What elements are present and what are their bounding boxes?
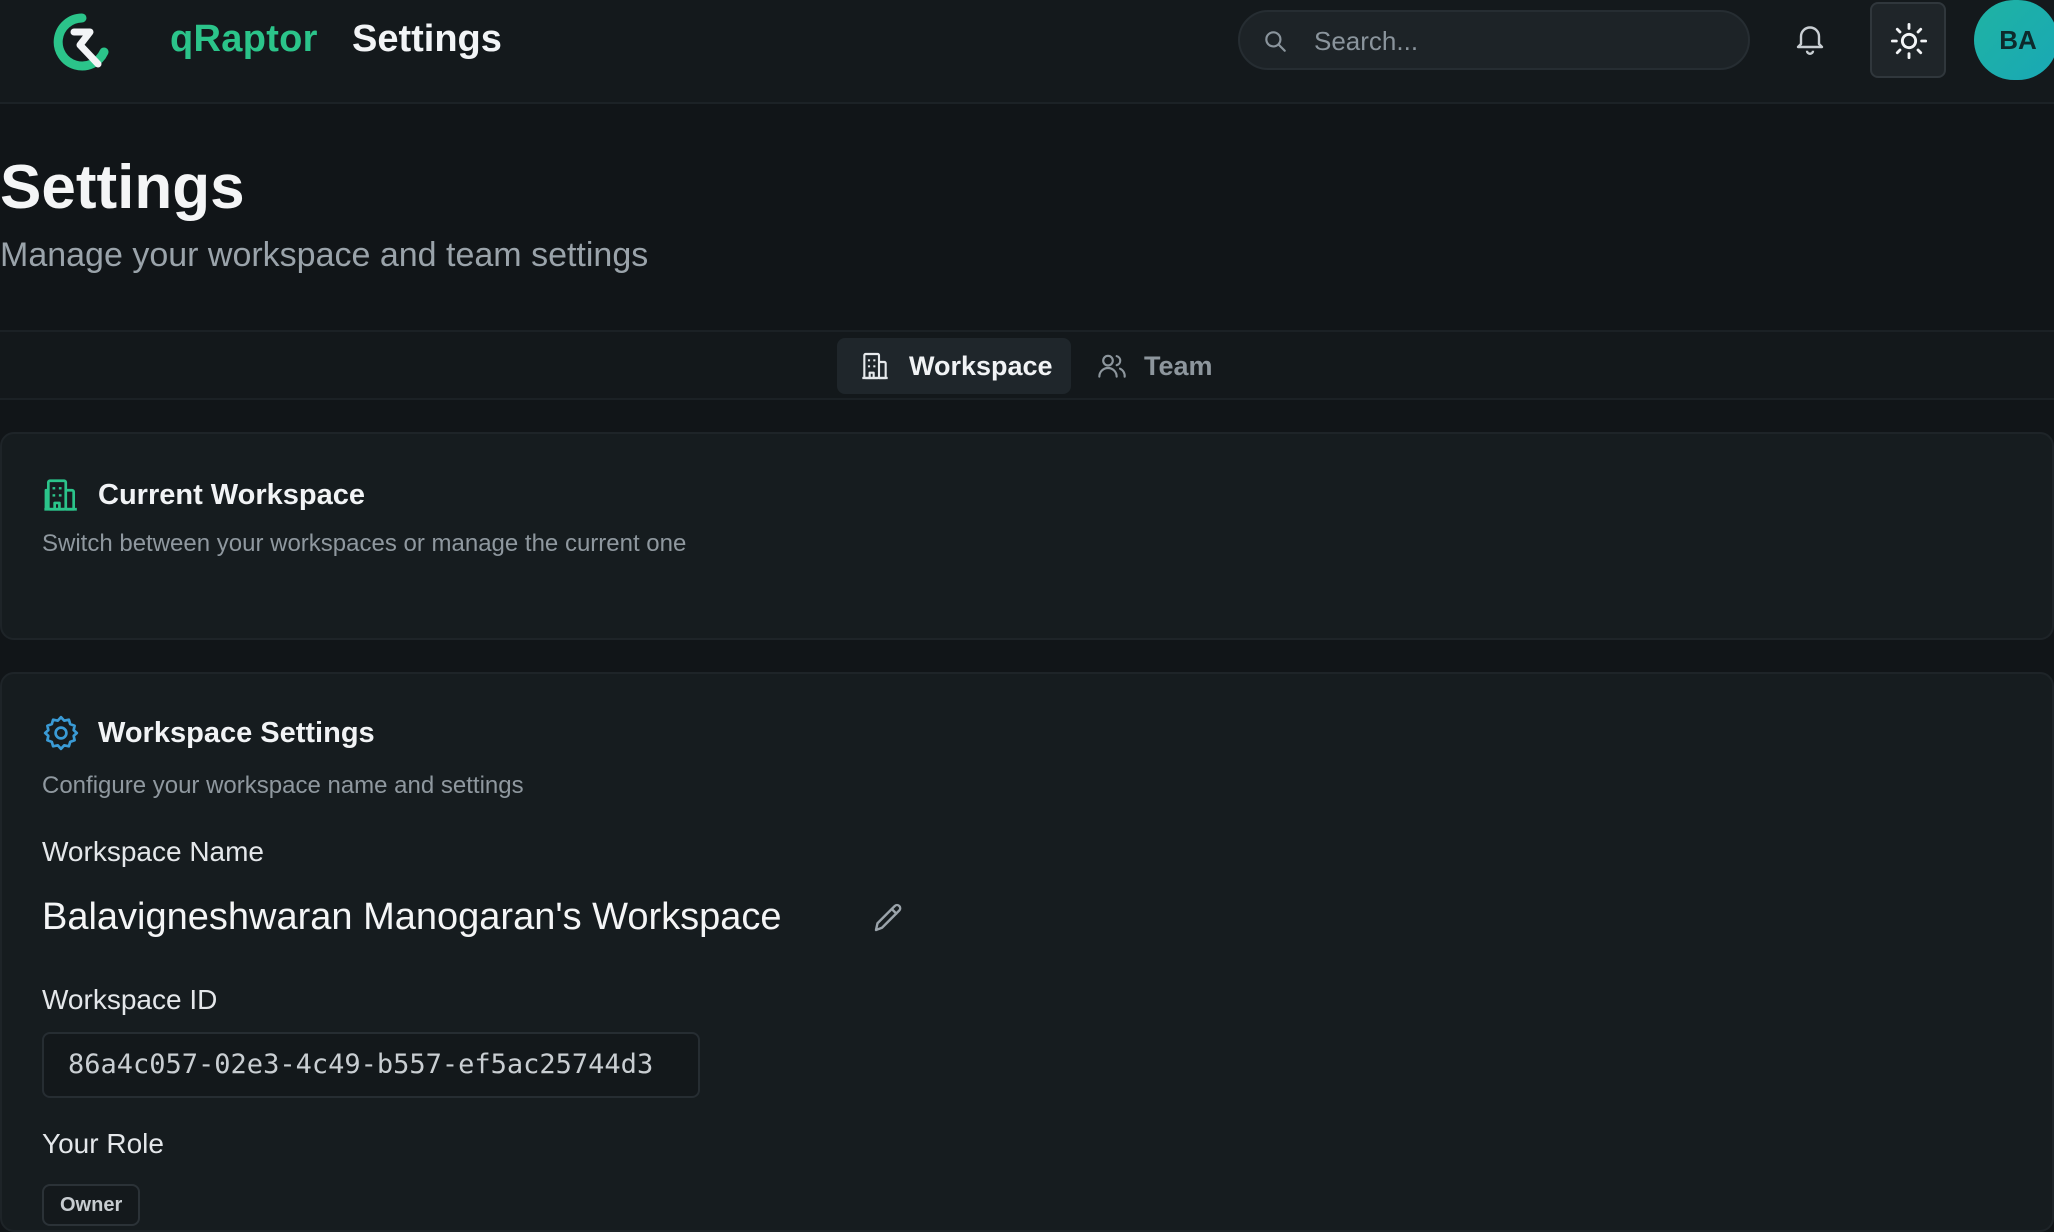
user-avatar[interactable]: BA [1974,0,2054,80]
sun-icon [1890,22,1928,60]
building-icon [862,352,888,380]
current-workspace-card: Current Workspace Switch between your wo… [0,432,2054,640]
workspace-settings-description: Configure your workspace name and settin… [42,772,524,799]
gear-icon [43,715,79,751]
workspace-name-value: Balavigneshwaran Manogaran's Workspace [42,896,782,938]
workspace-id-field[interactable]: 86a4c057-02e3-4c49-b557-ef5ac25744d3 [42,1032,700,1098]
role-badge: Owner [42,1184,141,1226]
tab-team-label: Team [1144,350,1213,381]
role-label: Your Role [42,1128,164,1159]
workspace-settings-title: Workspace Settings [98,716,375,749]
search-icon [1265,31,1286,52]
workspace-settings-card: Workspace Settings Configure your worksp… [0,672,2054,1232]
page-subtitle: Manage your workspace and team settings [0,236,649,274]
settings-tabs: Workspace Team [0,330,2054,400]
header-page-title: Settings [352,18,502,60]
search-input[interactable]: Search... [1314,26,1418,57]
current-workspace-header: Current Workspace [42,476,365,514]
users-icon [1098,354,1126,378]
tab-workspace-label: Workspace [909,350,1053,381]
tab-workspace[interactable]: Workspace [837,338,1071,394]
search-bar[interactable]: Search... [1238,10,1750,70]
workspace-name-label: Workspace Name [42,836,265,867]
brand-name[interactable]: qRaptor [170,18,318,61]
theme-toggle-button[interactable] [1870,2,1946,78]
qraptor-logo-icon[interactable] [52,12,112,72]
workspace-settings-header: Workspace Settings [42,714,375,752]
top-header: qRaptor Settings Search... BA [0,0,2054,104]
workspace-id-label: Workspace ID [42,984,218,1015]
bell-icon[interactable] [1792,20,1828,56]
building-icon [44,479,77,511]
page-title: Settings [0,153,245,222]
current-workspace-title: Current Workspace [98,478,365,511]
pencil-icon[interactable] [870,900,906,936]
current-workspace-description: Switch between your workspaces or manage… [42,530,687,557]
tab-team[interactable]: Team [1092,338,1242,394]
